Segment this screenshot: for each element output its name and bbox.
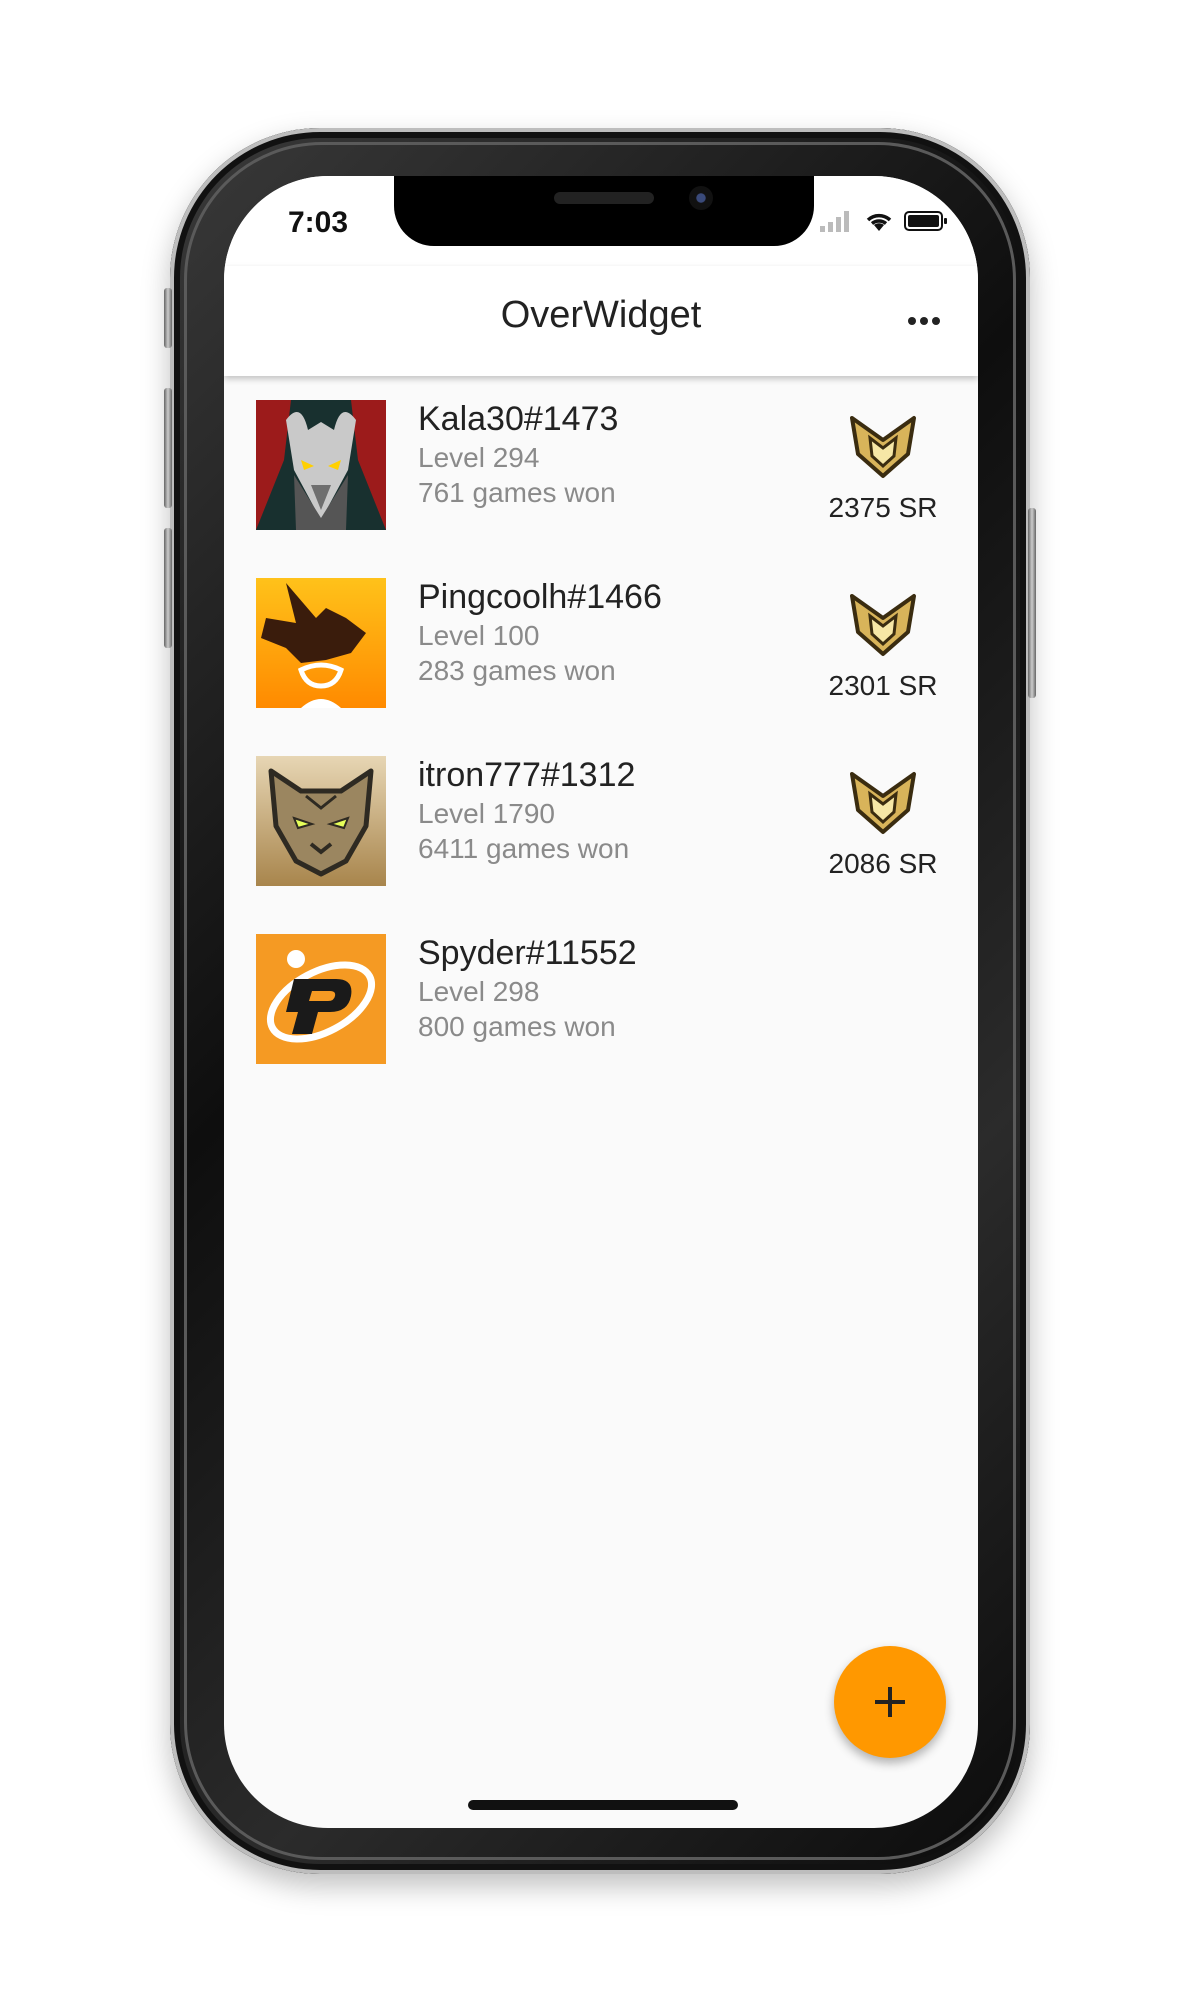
player-info: itron777#1312 Level 1790 6411 games won <box>418 754 635 866</box>
wifi-icon <box>866 213 892 231</box>
player-games-won: 800 games won <box>418 1011 616 1042</box>
speaker-grille <box>554 192 654 204</box>
app-bar: OverWidget <box>224 266 978 376</box>
screen: 7:03 OverWidget Kala30#1473 Level 294 76… <box>224 176 978 1828</box>
player-row[interactable]: itron777#1312 Level 1790 6411 games won … <box>224 732 978 910</box>
player-list: Kala30#1473 Level 294 761 games won 2375… <box>224 376 978 1088</box>
gold-rank-icon <box>850 594 916 656</box>
player-rank: 2375 SR <box>818 410 948 524</box>
panther-avatar-icon <box>256 756 386 886</box>
player-info: Pingcoolh#1466 Level 100 283 games won <box>418 576 662 688</box>
player-sr: 2301 SR <box>828 670 938 701</box>
player-level: Level 100 <box>418 620 540 651</box>
player-info: Spyder#11552 Level 298 800 games won <box>418 932 637 1044</box>
volume-up-button <box>164 388 172 508</box>
more-options-button[interactable] <box>896 296 952 346</box>
player-level: Level 294 <box>418 442 540 473</box>
tracer-avatar-icon <box>256 578 386 708</box>
player-rank: 2301 SR <box>818 588 948 702</box>
player-avatar <box>256 578 386 708</box>
player-name: Kala30#1473 <box>418 400 619 438</box>
add-player-button[interactable] <box>834 1646 946 1758</box>
player-games-won: 6411 games won <box>418 833 630 864</box>
player-avatar <box>256 756 386 886</box>
player-rank: 2086 SR <box>818 766 948 880</box>
home-indicator[interactable] <box>468 1800 738 1810</box>
player-row[interactable]: Kala30#1473 Level 294 761 games won 2375… <box>224 376 978 554</box>
player-name: Spyder#11552 <box>418 934 637 972</box>
player-avatar <box>256 400 386 530</box>
front-camera <box>689 186 713 210</box>
player-row[interactable]: Pingcoolh#1466 Level 100 283 games won 2… <box>224 554 978 732</box>
gold-rank-icon <box>850 772 916 834</box>
silent-switch <box>164 288 172 348</box>
player-name: Pingcoolh#1466 <box>418 578 662 616</box>
side-button <box>1028 508 1036 698</box>
more-horizontal-icon <box>908 317 940 325</box>
notch <box>394 176 814 246</box>
player-avatar <box>256 934 386 1064</box>
player-name: itron777#1312 <box>418 756 636 794</box>
plus-icon <box>875 1687 905 1717</box>
player-level: Level 298 <box>418 976 540 1007</box>
player-sr: 2086 SR <box>828 848 938 879</box>
player-row[interactable]: Spyder#11552 Level 298 800 games won <box>224 910 978 1088</box>
status-time: 7:03 <box>288 206 349 239</box>
status-icons <box>820 210 948 232</box>
player-games-won: 761 games won <box>418 477 616 508</box>
app-title: OverWidget <box>500 294 702 336</box>
player-sr: 2375 SR <box>828 492 938 523</box>
volume-down-button <box>164 528 172 648</box>
philadelphia-fusion-avatar-icon <box>256 934 386 1064</box>
phone-frame: 7:03 OverWidget Kala30#1473 Level 294 76… <box>164 128 1036 1874</box>
player-games-won: 283 games won <box>418 655 616 686</box>
gold-rank-icon <box>850 416 916 478</box>
demon-mask-avatar-icon <box>256 400 386 530</box>
player-info: Kala30#1473 Level 294 761 games won <box>418 398 618 510</box>
player-level: Level 1790 <box>418 798 556 829</box>
cellular-signal-icon <box>820 211 849 232</box>
battery-icon <box>904 211 947 231</box>
